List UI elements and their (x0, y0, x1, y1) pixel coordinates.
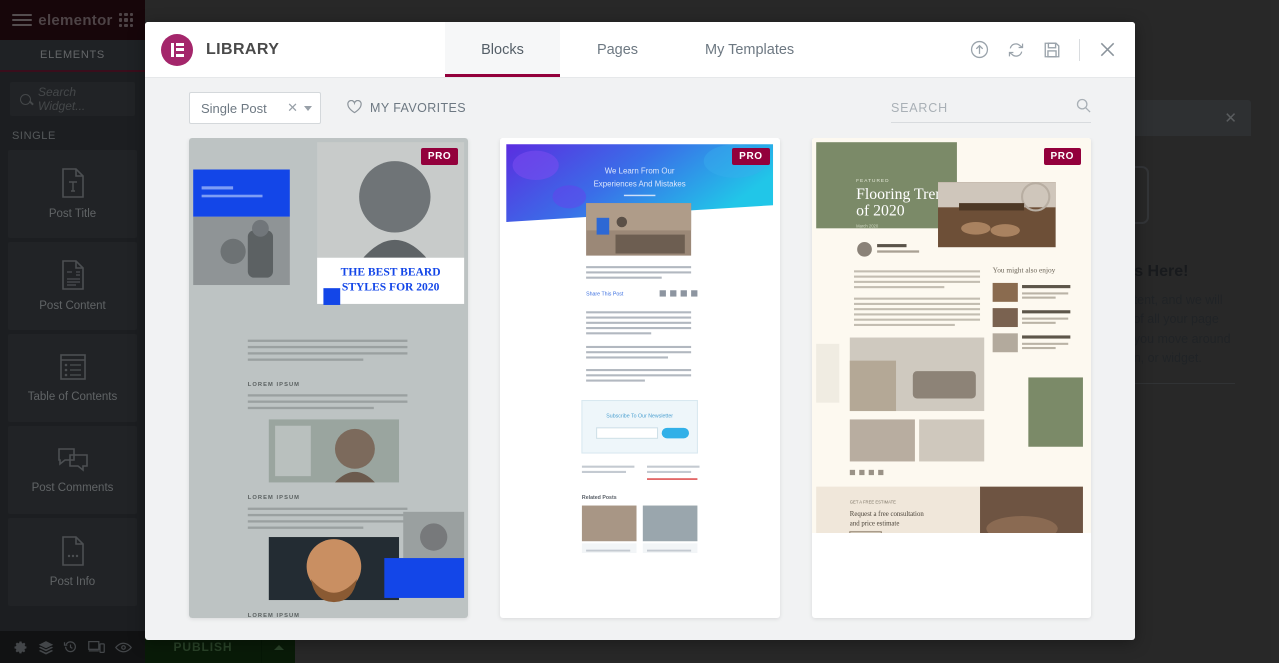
template-card-flooring-trends-of-2020[interactable]: PRO FEATURED Flooring Trends of 2020 Mar… (811, 138, 1091, 618)
tab-my-templates[interactable]: My Templates (675, 22, 824, 77)
tab-pages[interactable]: Pages (560, 22, 675, 77)
svg-text:Experiences And Mistakes: Experiences And Mistakes (594, 179, 686, 188)
template-card-we-learn-from-our-experiences[interactable]: PRO We Learn From Our Experiences And Mi… (500, 138, 780, 618)
modal-toolbar: Single Post ✕ MY FAVORITES (145, 78, 1135, 138)
modal-tabs: Blocks Pages My Templates (445, 22, 824, 77)
svg-text:March 2020: March 2020 (856, 223, 879, 228)
svg-text:STYLES FOR 2020: STYLES FOR 2020 (342, 281, 440, 293)
template-grid: PRO THE BEST BEARD STYLES FOR 2020 LOREM… (189, 138, 1091, 640)
upload-circle-icon[interactable] (970, 40, 989, 59)
template-card-the-best-beard-styles[interactable]: PRO THE BEST BEARD STYLES FOR 2020 LOREM… (189, 138, 469, 618)
magnifier-icon[interactable] (1076, 98, 1091, 118)
library-brand: LIBRARY (145, 22, 445, 77)
chevron-down-icon[interactable] (304, 105, 312, 111)
template-thumbnail: FEATURED Flooring Trends of 2020 March 2… (811, 138, 1091, 533)
sync-refresh-icon[interactable] (1007, 41, 1025, 59)
svg-text:THE BEST BEARD: THE BEST BEARD (341, 267, 441, 279)
template-library-modal: LIBRARY Blocks Pages My Templates Single… (145, 22, 1135, 640)
my-favorites-button[interactable]: MY FAVORITES (347, 99, 467, 117)
svg-text:GET A FREE ESTIMATE: GET A FREE ESTIMATE (849, 499, 895, 504)
modal-header: LIBRARY Blocks Pages My Templates (145, 22, 1135, 78)
my-favorites-label: MY FAVORITES (370, 101, 467, 115)
pro-badge: PRO (1043, 148, 1081, 165)
svg-text:of 2020: of 2020 (856, 203, 905, 220)
svg-text:Request a free consultation: Request a free consultation (849, 511, 924, 518)
search-input[interactable] (891, 100, 1070, 115)
svg-text:You might also enjoy: You might also enjoy (992, 265, 1055, 274)
close-x-icon[interactable] (1098, 40, 1117, 59)
modal-title: LIBRARY (206, 40, 280, 58)
template-thumbnail: THE BEST BEARD STYLES FOR 2020 LOREM IPS… (189, 138, 469, 618)
template-thumbnail: We Learn From Our Experiences And Mistak… (500, 138, 780, 553)
category-filter-select[interactable]: Single Post ✕ (189, 92, 321, 124)
tab-blocks[interactable]: Blocks (445, 22, 560, 77)
svg-text:Subscribe To Our Newsletter: Subscribe To Our Newsletter (607, 413, 674, 419)
svg-text:and price estimate: and price estimate (849, 521, 899, 528)
modal-actions (970, 22, 1135, 77)
svg-text:FEATURED: FEATURED (856, 178, 889, 184)
svg-text:LOREM IPSUM: LOREM IPSUM (248, 495, 300, 501)
heart-icon (347, 99, 362, 117)
svg-text:Related Posts: Related Posts (582, 495, 617, 501)
svg-text:We Learn From Our: We Learn From Our (605, 167, 675, 176)
elementor-logo-icon (161, 33, 193, 66)
clear-x-icon[interactable]: ✕ (287, 100, 298, 116)
category-filter-value: Single Post (201, 100, 267, 116)
floppy-save-icon[interactable] (1043, 41, 1061, 59)
pro-badge: PRO (732, 148, 770, 165)
svg-text:LOREM IPSUM: LOREM IPSUM (248, 613, 300, 618)
divider (1079, 38, 1080, 61)
template-search[interactable] (891, 93, 1091, 123)
pro-badge: PRO (420, 148, 459, 165)
svg-text:Share This Post: Share This Post (586, 292, 624, 298)
template-grid-container[interactable]: PRO THE BEST BEARD STYLES FOR 2020 LOREM… (145, 138, 1135, 640)
svg-text:LOREM IPSUM: LOREM IPSUM (248, 382, 300, 388)
